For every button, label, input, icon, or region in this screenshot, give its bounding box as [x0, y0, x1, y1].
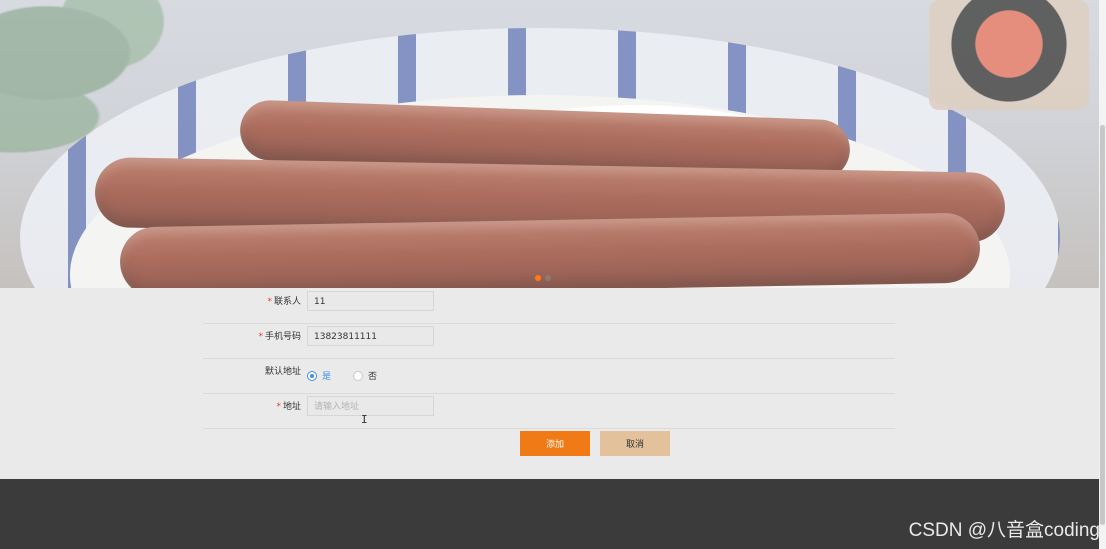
carousel-dot-2[interactable]	[545, 275, 551, 281]
radio-yes-label: 是	[322, 372, 332, 382]
address-label: * 地址	[276, 402, 301, 412]
carousel-dots	[535, 275, 551, 281]
default-address-radio-group: 是 否	[307, 358, 393, 393]
phone-input[interactable]: 13823811111	[307, 326, 434, 346]
radio-no-circle[interactable]	[353, 370, 364, 381]
radio-yes-circle[interactable]	[307, 370, 317, 381]
form-row-address: * 地址 请输入地址	[203, 393, 895, 429]
address-input[interactable]: 请输入地址	[307, 396, 434, 416]
contact-input[interactable]: 11	[307, 291, 434, 311]
radio-yes[interactable]: 是	[307, 369, 331, 382]
form-row-contact: * 联系人 11	[203, 288, 895, 324]
banner-carousel[interactable]	[0, 0, 1099, 288]
form-row-default-address: 默认地址 是 否	[203, 358, 895, 394]
phone-label: * 手机号码	[258, 332, 301, 342]
required-mark: *	[258, 332, 263, 342]
address-form: * 联系人 11 * 手机号码 13823811111 默认地址 是 否 * 地址 请…	[0, 288, 1099, 479]
radio-no-label: 否	[368, 372, 378, 382]
default-address-label: 默认地址	[264, 367, 301, 377]
scrollbar-track[interactable]	[1099, 0, 1106, 549]
required-mark: *	[276, 402, 281, 412]
contact-label: * 联系人	[267, 297, 301, 307]
cancel-button[interactable]: 取消	[600, 431, 670, 456]
scrollbar-thumb[interactable]	[1100, 125, 1105, 525]
watermark-text: CSDN @八音盒coding	[908, 520, 1100, 541]
carousel-dot-1[interactable]	[535, 275, 541, 281]
text-cursor-icon: I	[361, 413, 368, 426]
required-mark: *	[267, 297, 272, 307]
form-row-phone: * 手机号码 13823811111	[203, 323, 895, 359]
add-button[interactable]: 添加	[520, 431, 590, 456]
radio-no[interactable]: 否	[353, 369, 377, 382]
banner-veil	[0, 0, 1099, 288]
